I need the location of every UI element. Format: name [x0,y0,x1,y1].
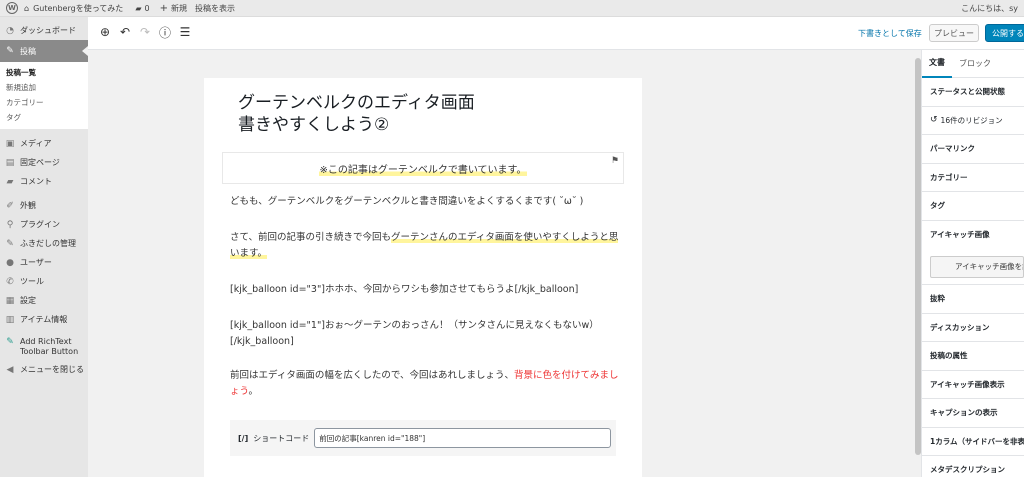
panel-caption-display[interactable]: キャプションの表示 [922,399,1024,428]
info-icon[interactable]: ⓘ [158,25,172,40]
wordpress-logo-icon[interactable]: W [6,2,18,14]
user-greeting[interactable]: こんにちは、sy [961,3,1018,14]
tab-block[interactable]: ブロック [952,50,998,78]
submenu-all-posts[interactable]: 投稿一覧 [0,65,88,80]
shortcode-icon: [/] [238,433,249,443]
menu-add-richtext[interactable]: ✎ Add RichText Toolbar Button [0,334,88,360]
panel-eyecatch-display[interactable]: アイキャッチ画像表示 [922,371,1024,399]
menu-media[interactable]: ▣ メディア [0,134,88,153]
plugin-icon: ⚲ [6,219,14,230]
revisions-icon: ↺ [930,115,938,126]
featured-image-row: アイキャッチ画像を設定 [922,249,1024,285]
comment-flag-icon[interactable]: ⚑ [611,156,619,166]
pushpin-icon: ✎ [6,46,14,56]
panel-meta-description[interactable]: メタデスクリプション [922,456,1024,477]
panel-excerpt[interactable]: 抜粋 [922,285,1024,314]
submenu-add-new[interactable]: 新規追加 [0,80,88,95]
save-draft-button[interactable]: 下書きとして保存 [858,28,922,39]
notice-text: ※この記事はグーテンベルクで書いています。 [319,160,527,176]
post-title[interactable]: グーテンベルクのエディタ画面 書きやすくしよう② [238,92,598,136]
menu-posts[interactable]: ✎ 投稿 [0,40,88,62]
view-post-link[interactable]: 投稿を表示 [195,3,235,14]
editor-header: ⊕ ↶ ↷ ⓘ ☰ 下書きとして保存 プレビュー 公開する [88,17,1024,50]
menu-users[interactable]: ● ユーザー [0,253,88,272]
media-icon: ▣ [5,138,15,149]
paragraph-block[interactable]: [kjk_balloon id="3"]ホホホ、今回からワシも参加させてもらうよ… [230,282,622,298]
settings-icon: ▦ [5,295,15,306]
menu-item-info[interactable]: ▥ アイテム情報 [0,310,88,329]
panel-status[interactable]: ステータスと公開状態 [922,78,1024,107]
menu-pages[interactable]: ▤ 固定ページ [0,153,88,172]
add-block-icon[interactable]: ⊕ [98,25,112,39]
panel-featured-image[interactable]: アイキャッチ画像 [922,221,1024,250]
panel-permalink[interactable]: パーマリンク [922,135,1024,164]
menu-plugins[interactable]: ⚲ プラグイン [0,215,88,234]
panel-tags[interactable]: タグ [922,192,1024,221]
publish-button[interactable]: 公開する [985,24,1024,42]
undo-icon[interactable]: ↶ [118,25,132,39]
panel-one-column[interactable]: 1カラム（サイドバーを非表示） [922,428,1024,456]
menu-appearance[interactable]: ✐ 外観 [0,196,88,215]
preview-button[interactable]: プレビュー [929,24,979,42]
menu-fukidashi[interactable]: ✎ ふきだしの管理 [0,234,88,253]
set-featured-image-button[interactable]: アイキャッチ画像を設定 [930,255,1024,278]
sidebar-tabs: 文書 ブロック [922,50,1024,78]
redo-icon[interactable]: ↷ [138,25,152,39]
shortcode-label: [/] ショートコード [238,433,310,443]
site-name-link[interactable]: ⌂ Gutenbergを使ってみた [24,3,123,14]
panel-discussion[interactable]: ディスカッション [922,314,1024,342]
paintbrush-icon: ✐ [6,200,14,211]
plus-icon: + [159,2,168,14]
page-icon: ▤ [5,157,15,168]
dashboard-icon: ◔ [6,25,14,36]
wrench-icon: ✆ [6,276,14,287]
admin-bar: W ⌂ Gutenbergを使ってみた ▰ 0 + 新規 投稿を表示 こんにちは… [0,0,1024,17]
admin-menu: ◔ ダッシュボード ✎ 投稿 投稿一覧 新規追加 カテゴリー タグ ▣ メディア… [0,17,88,477]
balloon-icon: ✎ [6,238,14,249]
collapse-icon: ◀ [6,364,14,375]
paragraph-block[interactable]: さて、前回の記事の引き続きで今回もグーテンさんのエディタ画面を使いやすくしようと… [230,230,622,262]
panel-post-attributes[interactable]: 投稿の属性 [922,342,1024,371]
folder-icon: ▥ [5,314,15,325]
settings-sidebar: 文書 ブロック ステータスと公開状態 ↺ 16件のリビジョン パーマリンク カテ… [921,50,1024,477]
menu-dashboard[interactable]: ◔ ダッシュボード [0,21,88,40]
new-content-link[interactable]: + 新規 [160,3,187,14]
notice-block[interactable]: ※この記事はグーテンベルクで書いています。 ⚑ [222,152,624,184]
paragraph-block[interactable]: どもも、グーテンベルクをグーテンベクルと書き間違いをよくするくまです( ˘ω˘ … [230,194,622,210]
menu-settings[interactable]: ▦ 設定 [0,291,88,310]
paragraph-block[interactable]: [kjk_balloon id="1"]おぉ～グーテンのおっさん！（サンタさんに… [230,318,622,350]
block-navigation-icon[interactable]: ☰ [178,25,192,39]
comment-bubble-icon: ▰ [135,3,142,13]
posts-submenu: 投稿一覧 新規追加 カテゴリー タグ [0,62,88,129]
paragraph-block[interactable]: 前回はエディタ画面の幅を広くしたので、今回はあれしましょう、背景に色を付けてみま… [230,368,622,400]
user-icon: ● [6,257,14,268]
submenu-categories[interactable]: カテゴリー [0,95,88,110]
comments-link[interactable]: ▰ 0 [135,4,149,13]
tab-document[interactable]: 文書 [922,50,952,78]
editor-canvas: グーテンベルクのエディタ画面 書きやすくしよう② ※この記事はグーテンベルクで書… [204,78,642,477]
marker-icon: ✎ [6,337,14,347]
editor-area: グーテンベルクのエディタ画面 書きやすくしよう② ※この記事はグーテンベルクで書… [88,50,915,477]
menu-collapse[interactable]: ◀ メニューを閉じる [0,360,88,379]
submenu-tags[interactable]: タグ [0,110,88,125]
comment-icon: ▰ [6,176,14,187]
shortcode-block[interactable]: [/] ショートコード 前回の記事[kanren id="188"] [230,420,616,456]
panel-revisions[interactable]: ↺ 16件のリビジョン [922,107,1024,135]
shortcode-input[interactable]: 前回の記事[kanren id="188"] [314,428,612,448]
menu-comments[interactable]: ▰ コメント [0,172,88,191]
panel-categories[interactable]: カテゴリー [922,164,1024,192]
home-icon: ⌂ [24,3,30,13]
menu-tools[interactable]: ✆ ツール [0,272,88,291]
